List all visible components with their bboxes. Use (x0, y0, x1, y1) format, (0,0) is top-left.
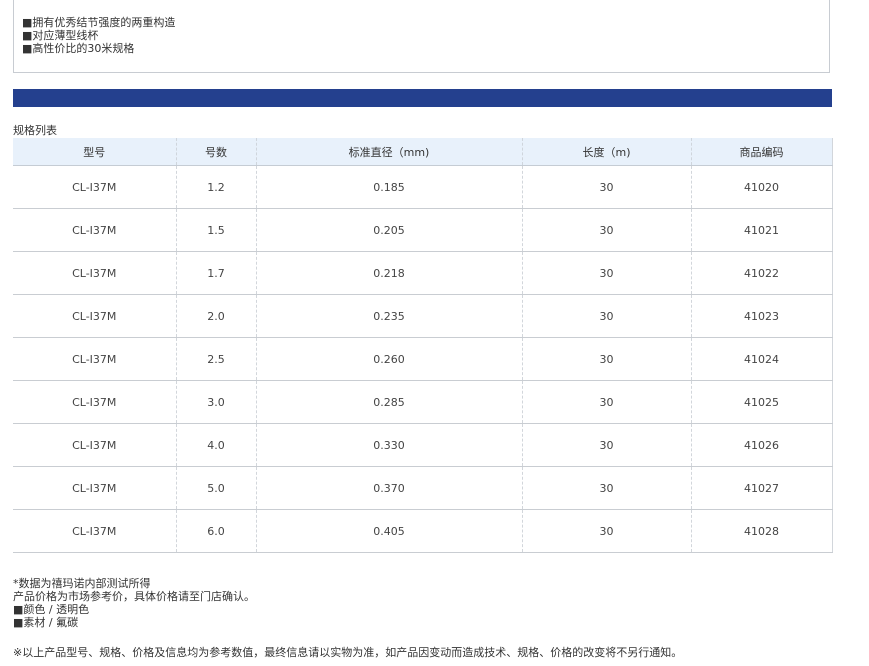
feature-item: ■对应薄型线杯 (22, 29, 99, 42)
cell-length: 30 (521, 251, 691, 295)
cell-diameter: 0.330 (255, 423, 522, 467)
cell-length: 30 (521, 466, 691, 510)
cell-diameter: 0.205 (255, 208, 522, 252)
table-row: CL-I37M 3.0 0.285 30 41025 (13, 380, 833, 424)
note-line: *数据为禧玛诺内部测试所得 (13, 577, 151, 590)
cell-code: 41024 (690, 337, 833, 381)
cell-length: 30 (521, 165, 691, 209)
cell-diameter: 0.285 (255, 380, 522, 424)
cell-diameter: 0.218 (255, 251, 522, 295)
cell-code: 41021 (690, 208, 833, 252)
table-row: CL-I37M 4.0 0.330 30 41026 (13, 423, 833, 467)
table-row: CL-I37M 5.0 0.370 30 41027 (13, 466, 833, 510)
feature-item: ■高性价比的30米规格 (22, 42, 135, 55)
cell-code: 41025 (690, 380, 833, 424)
table-row: CL-I37M 2.5 0.260 30 41024 (13, 337, 833, 381)
cell-size: 1.7 (175, 251, 256, 295)
spec-table-title: 规格列表 (13, 124, 57, 137)
cell-model: CL-I37M (13, 423, 176, 467)
cell-code: 41020 (690, 165, 833, 209)
cell-model: CL-I37M (13, 380, 176, 424)
col-header-length: 长度（m) (521, 138, 691, 166)
cell-size: 2.5 (175, 337, 256, 381)
notes: *数据为禧玛诺内部测试所得 产品价格为市场参考价，具体价格请至门店确认。 ■颜色… (13, 577, 255, 629)
cell-length: 30 (521, 208, 691, 252)
cell-diameter: 0.235 (255, 294, 522, 338)
cell-model: CL-I37M (13, 165, 176, 209)
feature-item: ■拥有优秀结节强度的两重构造 (22, 16, 176, 29)
table-row: CL-I37M 2.0 0.235 30 41023 (13, 294, 833, 338)
cell-length: 30 (521, 509, 691, 553)
cell-code: 41027 (690, 466, 833, 510)
cell-model: CL-I37M (13, 208, 176, 252)
note-line: 产品价格为市场参考价，具体价格请至门店确认。 (13, 590, 255, 603)
table-row: CL-I37M 1.7 0.218 30 41022 (13, 251, 833, 295)
note-line: ■颜色 / 透明色 (13, 603, 90, 616)
cell-code: 41026 (690, 423, 833, 467)
cell-code: 41028 (690, 509, 833, 553)
table-row: CL-I37M 6.0 0.405 30 41028 (13, 509, 833, 553)
table-row: CL-I37M 1.2 0.185 30 41020 (13, 165, 833, 209)
cell-size: 5.0 (175, 466, 256, 510)
cell-model: CL-I37M (13, 337, 176, 381)
cell-size: 1.2 (175, 165, 256, 209)
cell-size: 1.5 (175, 208, 256, 252)
cell-length: 30 (521, 294, 691, 338)
cell-size: 2.0 (175, 294, 256, 338)
cell-size: 4.0 (175, 423, 256, 467)
cell-diameter: 0.370 (255, 466, 522, 510)
cell-size: 3.0 (175, 380, 256, 424)
col-header-code: 商品编码 (690, 138, 833, 166)
col-header-model: 型号 (13, 138, 176, 166)
disclaimer: ※以上产品型号、规格、价格及信息均为参考数值，最终信息请以实物为准，如产品因变动… (13, 646, 683, 659)
col-header-size: 号数 (175, 138, 256, 166)
feature-list: ■拥有优秀结节强度的两重构造 ■对应薄型线杯 ■高性价比的30米规格 (22, 16, 175, 55)
cell-size: 6.0 (175, 509, 256, 553)
cell-length: 30 (521, 337, 691, 381)
cell-code: 41022 (690, 251, 833, 295)
cell-diameter: 0.260 (255, 337, 522, 381)
cell-code: 41023 (690, 294, 833, 338)
cell-model: CL-I37M (13, 251, 176, 295)
cell-length: 30 (521, 380, 691, 424)
cell-diameter: 0.405 (255, 509, 522, 553)
note-line: ■素材 / 氟碳 (13, 616, 79, 629)
table-row: CL-I37M 1.5 0.205 30 41021 (13, 208, 833, 252)
cell-model: CL-I37M (13, 466, 176, 510)
cell-model: CL-I37M (13, 294, 176, 338)
cell-length: 30 (521, 423, 691, 467)
spec-table: 型号 号数 标准直径（mm) 长度（m) 商品编码 CL-I37M 1.2 0.… (13, 138, 833, 553)
section-divider-bar (13, 89, 832, 107)
col-header-diameter: 标准直径（mm) (255, 138, 522, 166)
cell-model: CL-I37M (13, 509, 176, 553)
cell-diameter: 0.185 (255, 165, 522, 209)
table-header-row: 型号 号数 标准直径（mm) 长度（m) 商品编码 (13, 138, 833, 166)
